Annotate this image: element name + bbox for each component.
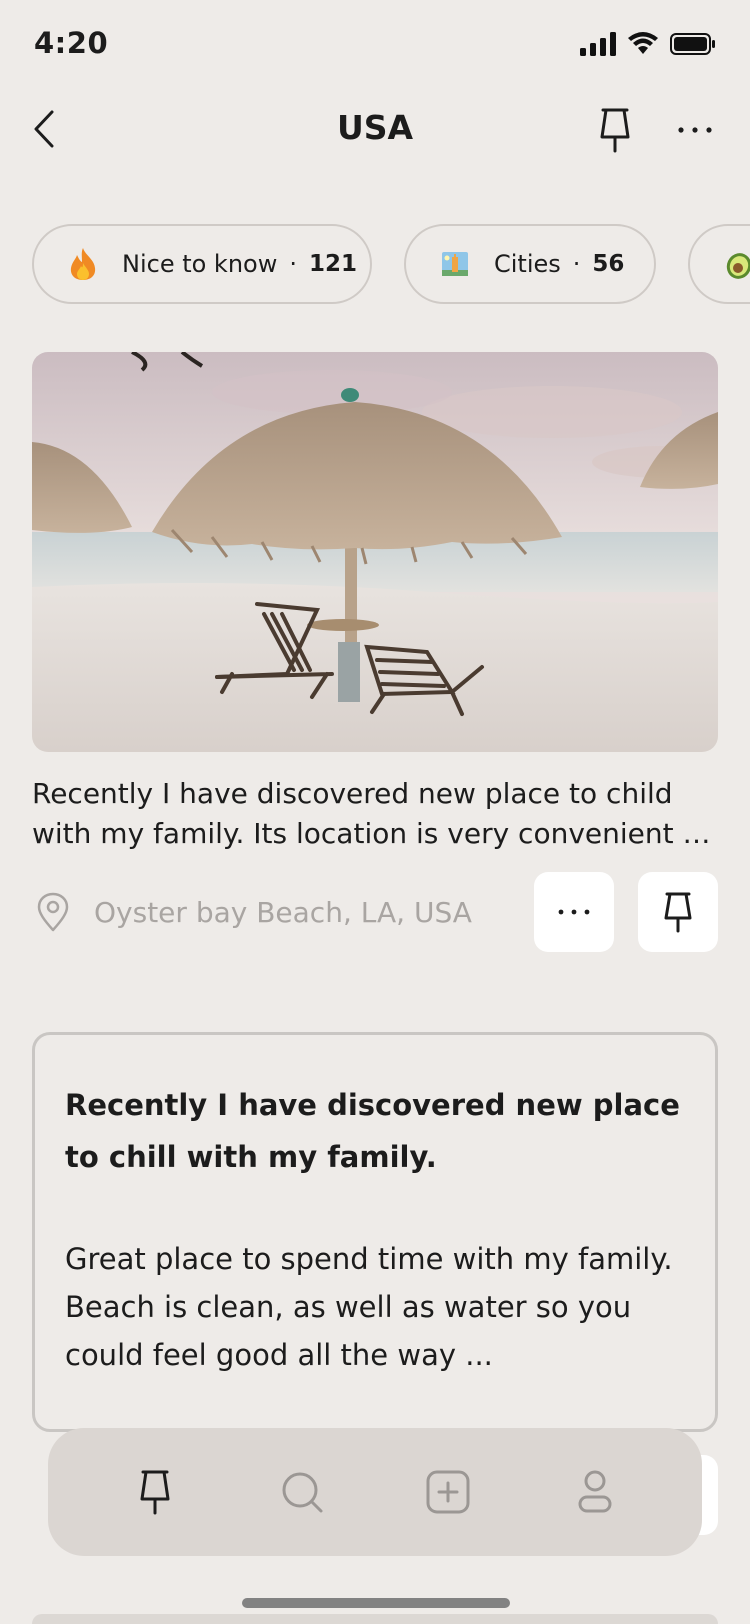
note-card[interactable]: Recently I have discovered new place to … xyxy=(32,1032,718,1432)
wifi-icon xyxy=(628,32,658,54)
note-card-body: Great place to spend time with my family… xyxy=(65,1242,673,1372)
chip-separator: · xyxy=(289,250,297,278)
chip-label: Nice to know xyxy=(122,250,278,278)
chip-separator: · xyxy=(572,250,581,278)
post-description-line: with my family. Its location is very con… xyxy=(32,817,722,850)
home-indicator[interactable] xyxy=(242,1598,510,1608)
battery-icon xyxy=(670,33,715,55)
post-location[interactable]: Oyster bay Beach, LA, USA xyxy=(36,888,472,936)
status-time: 4:20 xyxy=(34,26,109,60)
chip-count: 56 xyxy=(592,251,625,277)
post-more-button[interactable] xyxy=(534,872,614,952)
fire-icon xyxy=(66,247,100,281)
location-text: Oyster bay Beach, LA, USA xyxy=(94,895,472,929)
location-pin-icon xyxy=(37,892,69,932)
post-photo[interactable] xyxy=(32,352,718,752)
post-description-line: Recently I have discovered new place to … xyxy=(32,777,673,810)
beach-photo xyxy=(32,352,718,752)
tab-search[interactable] xyxy=(262,1452,342,1532)
chip-label: Cities xyxy=(494,250,561,278)
profile-icon xyxy=(578,1470,612,1513)
search-icon xyxy=(282,1472,323,1513)
nav-bar: USA xyxy=(0,90,750,170)
more-horizontal-icon xyxy=(558,909,590,915)
avocado-icon xyxy=(722,247,750,281)
chip-nice-to-know[interactable]: Nice to know · 121 xyxy=(32,224,372,304)
add-icon xyxy=(426,1470,470,1514)
status-bar: 4:20 xyxy=(0,0,750,90)
chip-food[interactable] xyxy=(688,224,750,304)
tab-profile[interactable] xyxy=(555,1452,635,1532)
chip-count: 121 xyxy=(309,251,358,277)
city-postcard-icon xyxy=(438,247,472,281)
tab-add[interactable] xyxy=(408,1452,488,1532)
category-chips: Nice to know · 121 Cities · 56 xyxy=(32,224,750,306)
more-horizontal-icon xyxy=(678,127,712,133)
more-button[interactable] xyxy=(672,102,718,158)
signal-icon xyxy=(580,32,616,56)
pin-button[interactable] xyxy=(590,102,640,158)
next-post-peek xyxy=(32,1614,718,1624)
tab-pins[interactable] xyxy=(115,1452,195,1532)
tab-bar xyxy=(48,1428,702,1556)
pin-icon xyxy=(664,892,692,933)
note-card-title: Recently I have discovered new place to … xyxy=(65,1088,680,1174)
post-pin-button[interactable] xyxy=(638,872,718,952)
post-description[interactable]: Recently I have discovered new place to … xyxy=(32,774,722,854)
pin-icon xyxy=(600,108,630,153)
status-icons xyxy=(580,30,716,58)
chip-cities[interactable]: Cities · 56 xyxy=(404,224,656,304)
pin-icon xyxy=(140,1470,170,1515)
